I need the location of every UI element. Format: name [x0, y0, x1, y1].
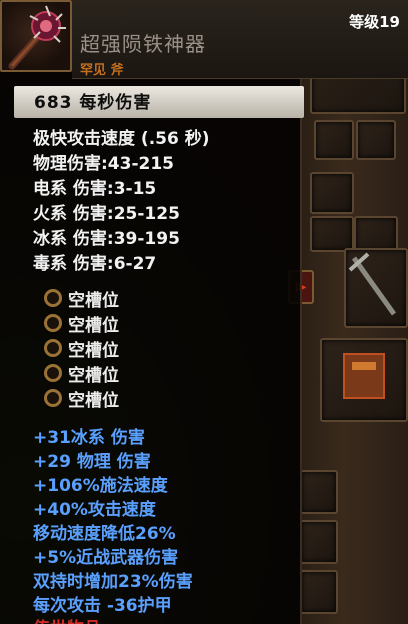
magic-stat: +5%近战武器伤害: [33, 548, 179, 568]
weapon-slot[interactable]: [344, 248, 408, 328]
magic-stat: 每次攻击 -36护甲: [33, 596, 172, 616]
socket-label: 空槽位: [68, 316, 119, 336]
legendary-item-label: 传世物品: [33, 614, 101, 624]
stat-attack-speed: 极快攻击速度 (.56 秒): [33, 129, 210, 149]
empty-socket-ring-icon: [44, 289, 62, 307]
stat-physical-damage: 物理伤害:43-215: [33, 154, 174, 174]
equipment-slot[interactable]: [300, 570, 338, 614]
pickaxe-icon: [348, 252, 397, 316]
item-name: 超强陨铁神器: [80, 32, 206, 56]
dps-value: 683 每秒伤害: [34, 93, 152, 113]
magic-stat: +31冰系 伤害: [33, 428, 145, 448]
armor-icon: [343, 353, 385, 399]
empty-socket-ring-icon: [44, 339, 62, 357]
equipment-slot[interactable]: [300, 470, 338, 514]
stat-fire-damage: 火系 伤害:25-125: [33, 204, 180, 224]
empty-socket-ring-icon: [44, 364, 62, 382]
equipment-slot[interactable]: [320, 338, 408, 422]
item-rarity-type: 罕见 斧: [80, 63, 124, 78]
equipment-slot[interactable]: [354, 216, 398, 252]
socket-label: 空槽位: [68, 366, 119, 386]
equipment-slot[interactable]: [300, 520, 338, 564]
socket-label: 空槽位: [68, 291, 119, 311]
stat-lightning-damage: 电系 伤害:3-15: [33, 179, 157, 199]
socket-label: 空槽位: [68, 391, 119, 411]
spiked-axe-icon: [0, 0, 72, 72]
magic-stat: 移动速度降低26%: [33, 524, 176, 544]
empty-socket-ring-icon: [44, 314, 62, 332]
item-level: 等级19: [349, 13, 400, 31]
inventory-panel-background: [300, 0, 408, 624]
equipment-slot[interactable]: [310, 172, 354, 214]
stat-cold-damage: 冰系 伤害:39-195: [33, 229, 180, 249]
magic-stat: 双持时增加23%伤害: [33, 572, 193, 592]
magic-stat: +106%施法速度: [33, 476, 168, 496]
equipment-slot[interactable]: [356, 120, 396, 160]
equipment-slot[interactable]: [310, 216, 354, 252]
game-screen: ▶ 超强陨铁神器 罕见 斧 等级19 683 每秒伤害 极快攻击速度 (.56 …: [0, 0, 408, 624]
stat-poison-damage: 毒系 伤害:6-27: [33, 254, 157, 274]
socket-label: 空槽位: [68, 341, 119, 361]
magic-stat: +29 物理 伤害: [33, 452, 151, 472]
magic-stat: +40%攻击速度: [33, 500, 156, 520]
empty-socket-ring-icon: [44, 389, 62, 407]
equipment-slot[interactable]: [314, 120, 354, 160]
